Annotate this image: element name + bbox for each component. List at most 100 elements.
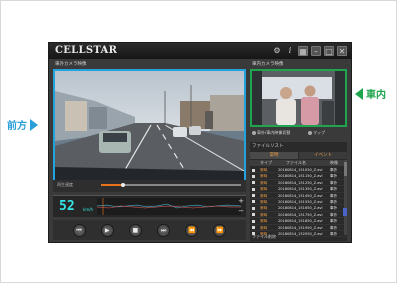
settings-icon[interactable]: ⚙	[272, 46, 282, 56]
checkbox[interactable]	[252, 174, 255, 178]
map-option-label: マップ	[313, 130, 325, 135]
play-icon[interactable]: ▶	[100, 223, 114, 237]
inside-callout: 車内	[355, 86, 386, 101]
zoom-out-icon[interactable]: −	[238, 208, 244, 215]
file-camera: 車外	[330, 193, 338, 198]
file-name: 20180814_151950_Z.avi	[278, 225, 323, 230]
file-name: 20180814_151450_Z.avi	[278, 193, 323, 198]
delete-files-button[interactable]: ファイル削除	[252, 234, 276, 240]
stop-icon[interactable]: ■	[128, 223, 142, 237]
inside-camera-label: 車内カメラ映像	[252, 62, 284, 67]
checkbox[interactable]	[252, 194, 255, 198]
timeline-label: 再生速度	[57, 182, 73, 187]
checkbox[interactable]	[252, 226, 255, 230]
file-type: 常時	[260, 180, 268, 185]
seek-progress	[101, 184, 124, 186]
playback-timeline: 再生速度	[53, 180, 246, 192]
file-type: 常時	[260, 199, 268, 204]
file-name: 20180814_151250_Z.avi	[278, 180, 323, 185]
file-name: 20180814_151650_Z.avi	[278, 206, 323, 211]
grid-icon[interactable]: ▦	[298, 46, 308, 56]
file-name: 20180814_151150_Z.avi	[278, 174, 323, 179]
viewer-window: CELLSTAR ⚙ i ▦ – □ ✕ 車外カメラ映像 車内カメラ映像 再生速…	[48, 42, 352, 243]
checkbox[interactable]	[252, 219, 255, 223]
rewind-icon[interactable]: ⏪	[185, 223, 199, 237]
file-list-panel: ファイルリスト 常時 イベント タイプ ファイル名 映像 常時 20180814_…	[250, 142, 347, 241]
front-camera-screen[interactable]	[53, 69, 246, 189]
info-icon[interactable]: i	[285, 46, 295, 56]
file-list-rows: 常時 20180814_151050_Z.avi 車外 常時 20180814_1511…	[250, 167, 347, 238]
file-type: 常時	[260, 225, 268, 230]
file-name: 20180814_151550_Z.avi	[278, 199, 323, 204]
checkbox[interactable]	[252, 181, 255, 185]
column-type: タイプ	[260, 160, 272, 165]
file-name: 20180814_152050_Z.avi	[278, 231, 323, 236]
file-camera: 車外	[330, 225, 338, 230]
app-logo: CELLSTAR	[55, 45, 118, 56]
inside-options: 車外/車内映像切替 マップ	[250, 129, 347, 137]
minimize-icon[interactable]: –	[311, 46, 321, 56]
checkbox[interactable]	[252, 206, 255, 210]
file-camera: 車外	[330, 199, 338, 204]
front-camera-label: 車外カメラ映像	[55, 62, 87, 67]
file-name: 20180814_151350_Z.avi	[278, 187, 323, 192]
fast-forward-icon[interactable]: ⏩	[213, 223, 227, 237]
arrow-right-icon	[30, 118, 38, 131]
file-name: 20180814_151050_Z.avi	[278, 168, 323, 172]
file-camera: 車外	[330, 219, 338, 224]
maximize-icon[interactable]: □	[324, 46, 334, 56]
file-list-tabs: 常時 イベント	[250, 152, 347, 159]
zoom-in-icon[interactable]: +	[238, 198, 244, 205]
file-camera: 車外	[330, 206, 338, 211]
file-camera: 車外	[330, 231, 338, 236]
column-name: ファイル名	[286, 160, 306, 165]
map-option[interactable]: マップ	[308, 129, 325, 137]
column-camera: 映像	[330, 160, 338, 165]
scrollbar-thumb[interactable]	[344, 162, 347, 176]
file-list-title: ファイルリスト	[252, 144, 284, 149]
radio-icon	[252, 131, 256, 135]
title-bar: CELLSTAR ⚙ i ▦ – □ ✕	[49, 43, 351, 59]
playback-controls: ⏮ ▶ ■ ⏭ ⏪ ⏩	[53, 220, 246, 240]
inside-callout-label: 車内	[366, 90, 386, 101]
title-bar-icons: ⚙ i ▦ – □ ✕	[272, 46, 347, 56]
checkbox[interactable]	[252, 168, 255, 172]
file-type: 常時	[260, 174, 268, 179]
close-icon[interactable]: ✕	[337, 46, 347, 56]
checkbox[interactable]	[252, 200, 255, 204]
checkbox[interactable]	[252, 213, 255, 217]
file-type: 常時	[260, 187, 268, 192]
file-type: 常時	[260, 168, 268, 172]
file-type: 常時	[260, 212, 268, 217]
speed-unit: km/h	[83, 207, 94, 212]
checkbox[interactable]	[252, 187, 255, 191]
camera-switch-label: 車外/車内映像切替	[257, 130, 291, 135]
speed-value: 52	[59, 199, 75, 214]
file-camera: 車外	[330, 174, 338, 179]
front-callout: 前方	[7, 117, 38, 132]
radio-icon	[308, 131, 312, 135]
file-camera: 車外	[330, 212, 338, 217]
inside-camera-screen[interactable]	[250, 69, 347, 127]
front-road-scene	[55, 71, 244, 187]
camera-switch-option[interactable]: 車外/車内映像切替	[252, 129, 290, 137]
file-name: 20180814_151850_Z.avi	[278, 219, 323, 224]
arrow-left-icon	[355, 87, 363, 100]
front-callout-label: 前方	[7, 121, 27, 132]
gsensor-graph[interactable]	[97, 198, 241, 215]
seek-handle[interactable]	[121, 183, 126, 187]
file-type: 常時	[260, 206, 268, 211]
file-type: 常時	[260, 219, 268, 224]
file-list-header: タイプ ファイル名 映像	[250, 160, 347, 166]
frame-forward-icon[interactable]: ⏭	[157, 223, 171, 237]
tab-event[interactable]: イベント	[299, 152, 347, 159]
tab-normal[interactable]: 常時	[250, 152, 298, 159]
speed-panel: 52 km/h + −	[53, 195, 246, 217]
file-type: 常時	[260, 193, 268, 198]
figure-frame: 前方 車内 CELLSTAR ⚙ i ▦ – □ ✕ 車外カメラ映像 車内カメラ…	[0, 0, 397, 283]
file-camera: 車外	[330, 168, 338, 172]
file-camera: 車外	[330, 180, 338, 185]
inside-cabin-scene	[252, 71, 345, 125]
skip-back-icon[interactable]: ⏮	[72, 223, 86, 237]
file-camera: 車外	[330, 187, 338, 192]
